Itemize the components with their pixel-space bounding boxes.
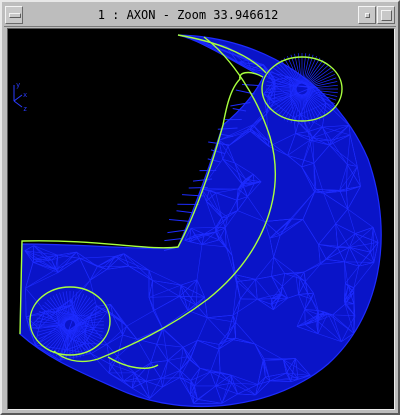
graphics-viewport[interactable]: y x z bbox=[7, 28, 395, 410]
window-title: 1 : AXON - Zoom 33.946612 bbox=[97, 8, 279, 22]
maximize-button[interactable] bbox=[377, 6, 395, 24]
axis-y-label: y bbox=[16, 81, 20, 89]
title-bar[interactable]: 1 : AXON - Zoom 33.946612 bbox=[4, 4, 396, 27]
axis-z-label: z bbox=[23, 105, 27, 113]
axis-x-label: x bbox=[23, 91, 27, 99]
mesh-edge bbox=[241, 83, 259, 86]
axon-window: 1 : AXON - Zoom 33.946612 y x z bbox=[0, 0, 400, 415]
window-menu-button[interactable] bbox=[5, 6, 23, 24]
maximize-icon bbox=[381, 10, 392, 21]
window-menu-icon bbox=[9, 13, 21, 18]
mesh-edge bbox=[169, 218, 191, 222]
axis-triad-icon: y x z bbox=[13, 81, 27, 113]
mesh-canvas: y x z bbox=[13, 34, 382, 408]
mesh-edge bbox=[164, 238, 183, 242]
minimize-button[interactable] bbox=[358, 6, 376, 24]
minimize-icon bbox=[365, 13, 370, 18]
